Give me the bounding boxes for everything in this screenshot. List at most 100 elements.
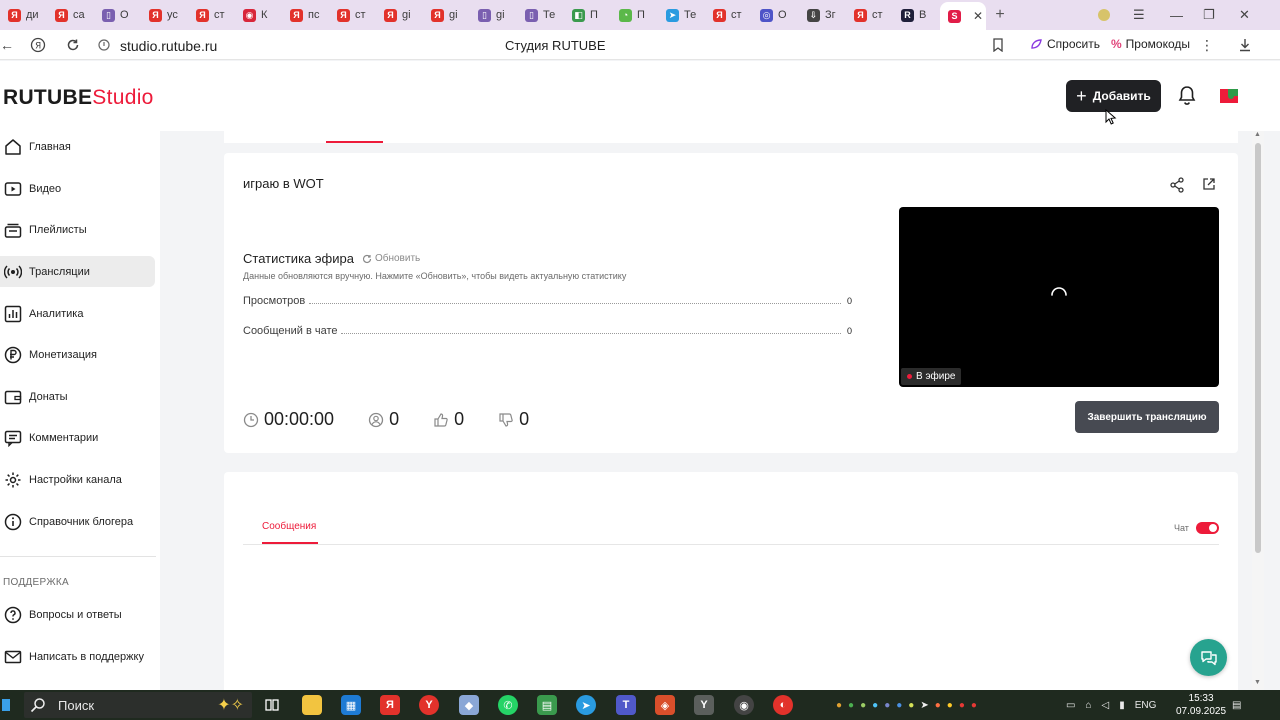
help-chat-button[interactable] xyxy=(1190,639,1227,676)
sidebar-item-question[interactable]: Вопросы и ответы xyxy=(0,599,155,630)
back-icon[interactable]: ← xyxy=(0,30,14,60)
close-window-icon[interactable]: ✕ xyxy=(1239,0,1250,30)
browser-tab[interactable]: RВ xyxy=(893,3,940,27)
scroll-down-icon[interactable]: ▼ xyxy=(1254,679,1261,686)
tray-app-icon[interactable]: ● xyxy=(872,700,878,711)
sidebar-item-home[interactable]: Главная xyxy=(0,131,155,162)
browser-tab[interactable]: ⇩ Зг xyxy=(799,3,846,27)
brave-icon[interactable]: ◈ xyxy=(655,695,675,715)
store-icon[interactable]: ▦ xyxy=(341,695,361,715)
browser-tab[interactable]: Яди xyxy=(0,3,47,27)
recorder-icon[interactable]: ◐ xyxy=(773,695,793,715)
sidebar-item-analytics[interactable]: Аналитика xyxy=(0,298,155,329)
menu-icon[interactable]: ☰ xyxy=(1133,0,1145,30)
microphone-icon[interactable]: ▮ xyxy=(1119,700,1125,711)
refresh-button[interactable]: Обновить xyxy=(362,253,420,264)
browser-tab[interactable]: Яст xyxy=(329,3,376,27)
sidebar-item-comment[interactable]: Комментарии xyxy=(0,422,155,453)
sidebar-item-wallet[interactable]: Донаты xyxy=(0,381,155,412)
page-scrollbar[interactable]: ▲ ▼ xyxy=(1252,131,1264,690)
end-stream-button[interactable]: Завершить трансляцию xyxy=(1075,401,1219,433)
close-tab-icon[interactable]: ✕ xyxy=(973,9,983,23)
chat-toggle[interactable] xyxy=(1196,522,1219,534)
sidebar-item-video[interactable]: Видео xyxy=(0,173,155,204)
app-icon[interactable]: ◆ xyxy=(459,695,479,715)
tab-messages[interactable]: Сообщения xyxy=(262,521,316,532)
network-icon[interactable]: ⌂ xyxy=(1085,700,1091,711)
browser-tab[interactable]: ◉ К xyxy=(235,3,282,27)
browser-tab-active[interactable]: S ✕ xyxy=(940,2,986,30)
yandex-browser-icon[interactable]: Я xyxy=(380,695,400,715)
tray-app-icon[interactable]: ● xyxy=(935,700,941,711)
url-field[interactable]: studio.rutube.ru xyxy=(120,38,217,54)
whatsapp-icon[interactable]: ✆ xyxy=(498,695,518,715)
battery-icon[interactable]: ▭ xyxy=(1066,700,1075,711)
lock-icon[interactable] xyxy=(98,30,110,60)
sidebar-item-info[interactable]: Справочник блогера xyxy=(0,506,155,537)
stream-preview-player[interactable]: В эфире xyxy=(899,207,1219,387)
sidebar-item-mail[interactable]: Написать в поддержку xyxy=(0,641,155,672)
rutube-studio-logo[interactable]: RUTUBEStudio xyxy=(3,86,154,110)
taskbar-clock[interactable]: 15:33 07.09.2025 xyxy=(1176,692,1226,718)
browser-tab[interactable]: Яgi xyxy=(423,3,470,27)
browser-tab[interactable]: Яса xyxy=(47,3,94,27)
ask-button[interactable]: Спросить xyxy=(1030,37,1100,51)
browser-tab[interactable]: ▯ gi xyxy=(470,3,517,27)
download-icon[interactable] xyxy=(1238,30,1252,60)
browser-tab[interactable]: ▯ О xyxy=(94,3,141,27)
bell-icon[interactable] xyxy=(1177,85,1197,107)
browser-tab[interactable]: Яус xyxy=(141,3,188,27)
new-tab-icon[interactable]: + xyxy=(986,6,1014,24)
notifications-icon[interactable]: ▤ xyxy=(1232,690,1241,720)
sidebar-item-broadcast[interactable]: Трансляции xyxy=(0,256,155,287)
sidebar-item-playlist[interactable]: Плейлисты xyxy=(0,214,155,245)
open-external-icon[interactable] xyxy=(1202,177,1216,191)
browser-tab[interactable]: Япс xyxy=(282,3,329,27)
yandex-icon[interactable]: Y xyxy=(419,695,439,715)
task-view-icon[interactable] xyxy=(262,695,282,715)
taskbar-search[interactable]: Поиск ✦✧ xyxy=(24,692,252,718)
yandex-active-icon[interactable]: Y xyxy=(694,695,714,715)
more-icon[interactable]: ⋮ xyxy=(1200,30,1214,60)
sidebar-item-ruble[interactable]: Монетизация xyxy=(0,339,155,370)
promo-button[interactable]: % Промокоды xyxy=(1111,37,1190,51)
reload-icon[interactable] xyxy=(66,30,80,60)
share-icon[interactable] xyxy=(1169,177,1185,193)
browser-tab[interactable]: Яgi xyxy=(376,3,423,27)
tray-app-icon[interactable]: ● xyxy=(848,700,854,711)
tray-app-icon[interactable]: ➤ xyxy=(920,700,928,711)
browser-tab[interactable]: ▯ Те xyxy=(517,3,564,27)
browser-tab[interactable]: ◔ П xyxy=(611,3,658,27)
browser-tab[interactable]: ◧ П xyxy=(564,3,611,27)
scrollbar-thumb[interactable] xyxy=(1255,143,1261,553)
volume-icon[interactable]: ◁ xyxy=(1102,700,1110,711)
tray-app-icon[interactable]: ● xyxy=(836,700,842,711)
extension-icon[interactable] xyxy=(1097,0,1111,30)
sidebar-item-gear[interactable]: Настройки канала xyxy=(0,464,155,495)
tray-app-icon[interactable]: ● xyxy=(884,700,890,711)
bookmark-icon[interactable] xyxy=(992,30,1004,60)
tray-app-icon[interactable]: ● xyxy=(947,700,953,711)
add-button[interactable]: + Добавить xyxy=(1066,80,1161,112)
scroll-up-icon[interactable]: ▲ xyxy=(1254,131,1261,138)
avatar[interactable] xyxy=(1218,85,1242,107)
tray-app-icon[interactable]: ● xyxy=(908,700,914,711)
browser-tab[interactable]: ◎ О xyxy=(752,3,799,27)
tray-app-icon[interactable]: ● xyxy=(971,700,977,711)
yandex-home-icon[interactable]: Я xyxy=(30,30,46,60)
language-indicator[interactable]: ENG xyxy=(1135,700,1157,711)
tray-app-icon[interactable]: ● xyxy=(860,700,866,711)
browser-tab[interactable]: Яст xyxy=(846,3,893,27)
browser-tab[interactable]: Яст xyxy=(188,3,235,27)
minimize-icon[interactable]: — xyxy=(1170,0,1183,30)
restore-icon[interactable]: ❐ xyxy=(1203,0,1215,30)
telegram-icon[interactable]: ➤ xyxy=(576,695,596,715)
file-explorer-icon[interactable] xyxy=(302,695,322,715)
obs-icon[interactable]: ◉ xyxy=(734,695,754,715)
start-icon[interactable] xyxy=(2,695,12,715)
browser-tab[interactable]: Яст xyxy=(705,3,752,27)
browser-tab[interactable]: ➤ Те xyxy=(658,3,705,27)
tray-app-icon[interactable]: ● xyxy=(959,700,965,711)
teams-icon[interactable]: T xyxy=(616,695,636,715)
game-icon[interactable]: ▤ xyxy=(537,695,557,715)
